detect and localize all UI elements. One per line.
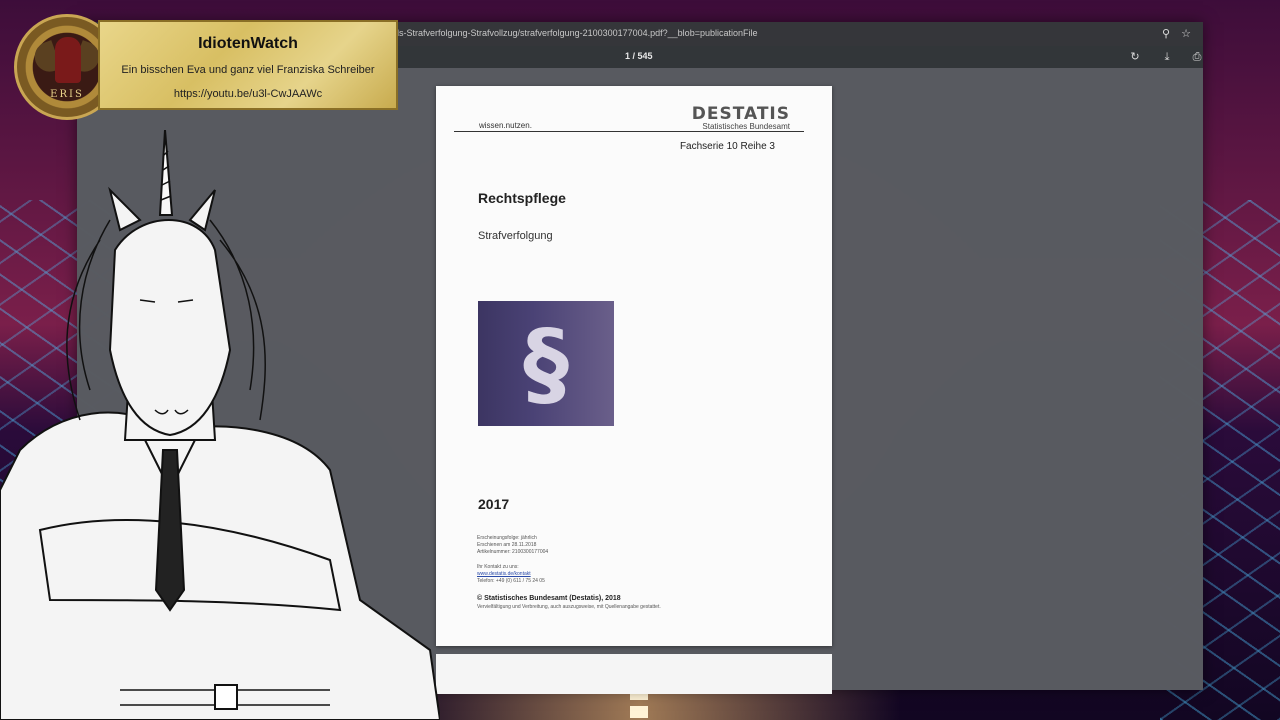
document-title: Rechtspflege [478, 190, 566, 206]
url-text[interactable]: ls-Strafverfolgung-Strafvollzug/strafver… [397, 28, 757, 38]
page-indicator: 1 / 545 [625, 51, 653, 61]
search-icon[interactable]: ⚲ [1159, 27, 1173, 41]
header-rule [454, 131, 804, 132]
contact-label: Ihr Kontakt zu uns: [477, 564, 519, 570]
paragraph-symbol-image: § [478, 301, 614, 426]
seal-figure [55, 37, 81, 83]
paragraph-icon: § [523, 310, 569, 417]
rotate-icon[interactable]: ↻ [1127, 49, 1143, 65]
destatis-logo: DESTATIS Statistisches Bundesamt [692, 104, 790, 131]
banner-subtitle: Ein bisschen Eva und ganz viel Franziska… [121, 64, 375, 76]
logo-word: DESTATIS [691, 104, 790, 124]
meta-line: Erschienen am 28.11.2018 [477, 542, 537, 548]
rights-notice: Vervielfältigung und Verbreitung, auch a… [477, 604, 661, 610]
publication-info: Erscheinungsfolge: jährlich Erschienen a… [477, 535, 548, 585]
download-icon[interactable]: ⤓ [1159, 49, 1175, 65]
contact-phone: Telefon: +49 (0) 611 / 75 24 05 [477, 578, 545, 584]
logo-subtitle: Statistisches Bundesamt [702, 122, 790, 131]
banner-title: IdiotenWatch [198, 35, 298, 52]
banner-link[interactable]: https://youtu.be/u3l-CwJAAWc [100, 88, 396, 100]
meta-line: Artikelnummer: 2100300177004 [477, 549, 549, 555]
pdf-page: DESTATIS Statistisches Bundesamt wissen.… [436, 86, 832, 646]
star-icon[interactable]: ☆ [1179, 27, 1193, 41]
lane-marker [630, 706, 648, 718]
series-label: Fachserie 10 Reihe 3 [679, 141, 775, 152]
slogan: wissen.nutzen. [479, 121, 532, 130]
print-icon[interactable]: ⎙ [1189, 49, 1205, 65]
document-year: 2017 [478, 496, 510, 512]
document-subtitle: Strafverfolgung [478, 230, 553, 242]
copyright: © Statistisches Bundesamt (Destatis), 20… [477, 595, 621, 602]
contact-link[interactable]: www.destatis.de/kontakt [477, 571, 548, 578]
stream-title-banner: IdiotenWatch Ein bisschen Eva und ganz v… [98, 20, 398, 110]
unicorn-illustration [0, 130, 440, 720]
meta-line: Erscheinungsfolge: jährlich [477, 535, 537, 541]
pdf-page-next [436, 654, 832, 694]
